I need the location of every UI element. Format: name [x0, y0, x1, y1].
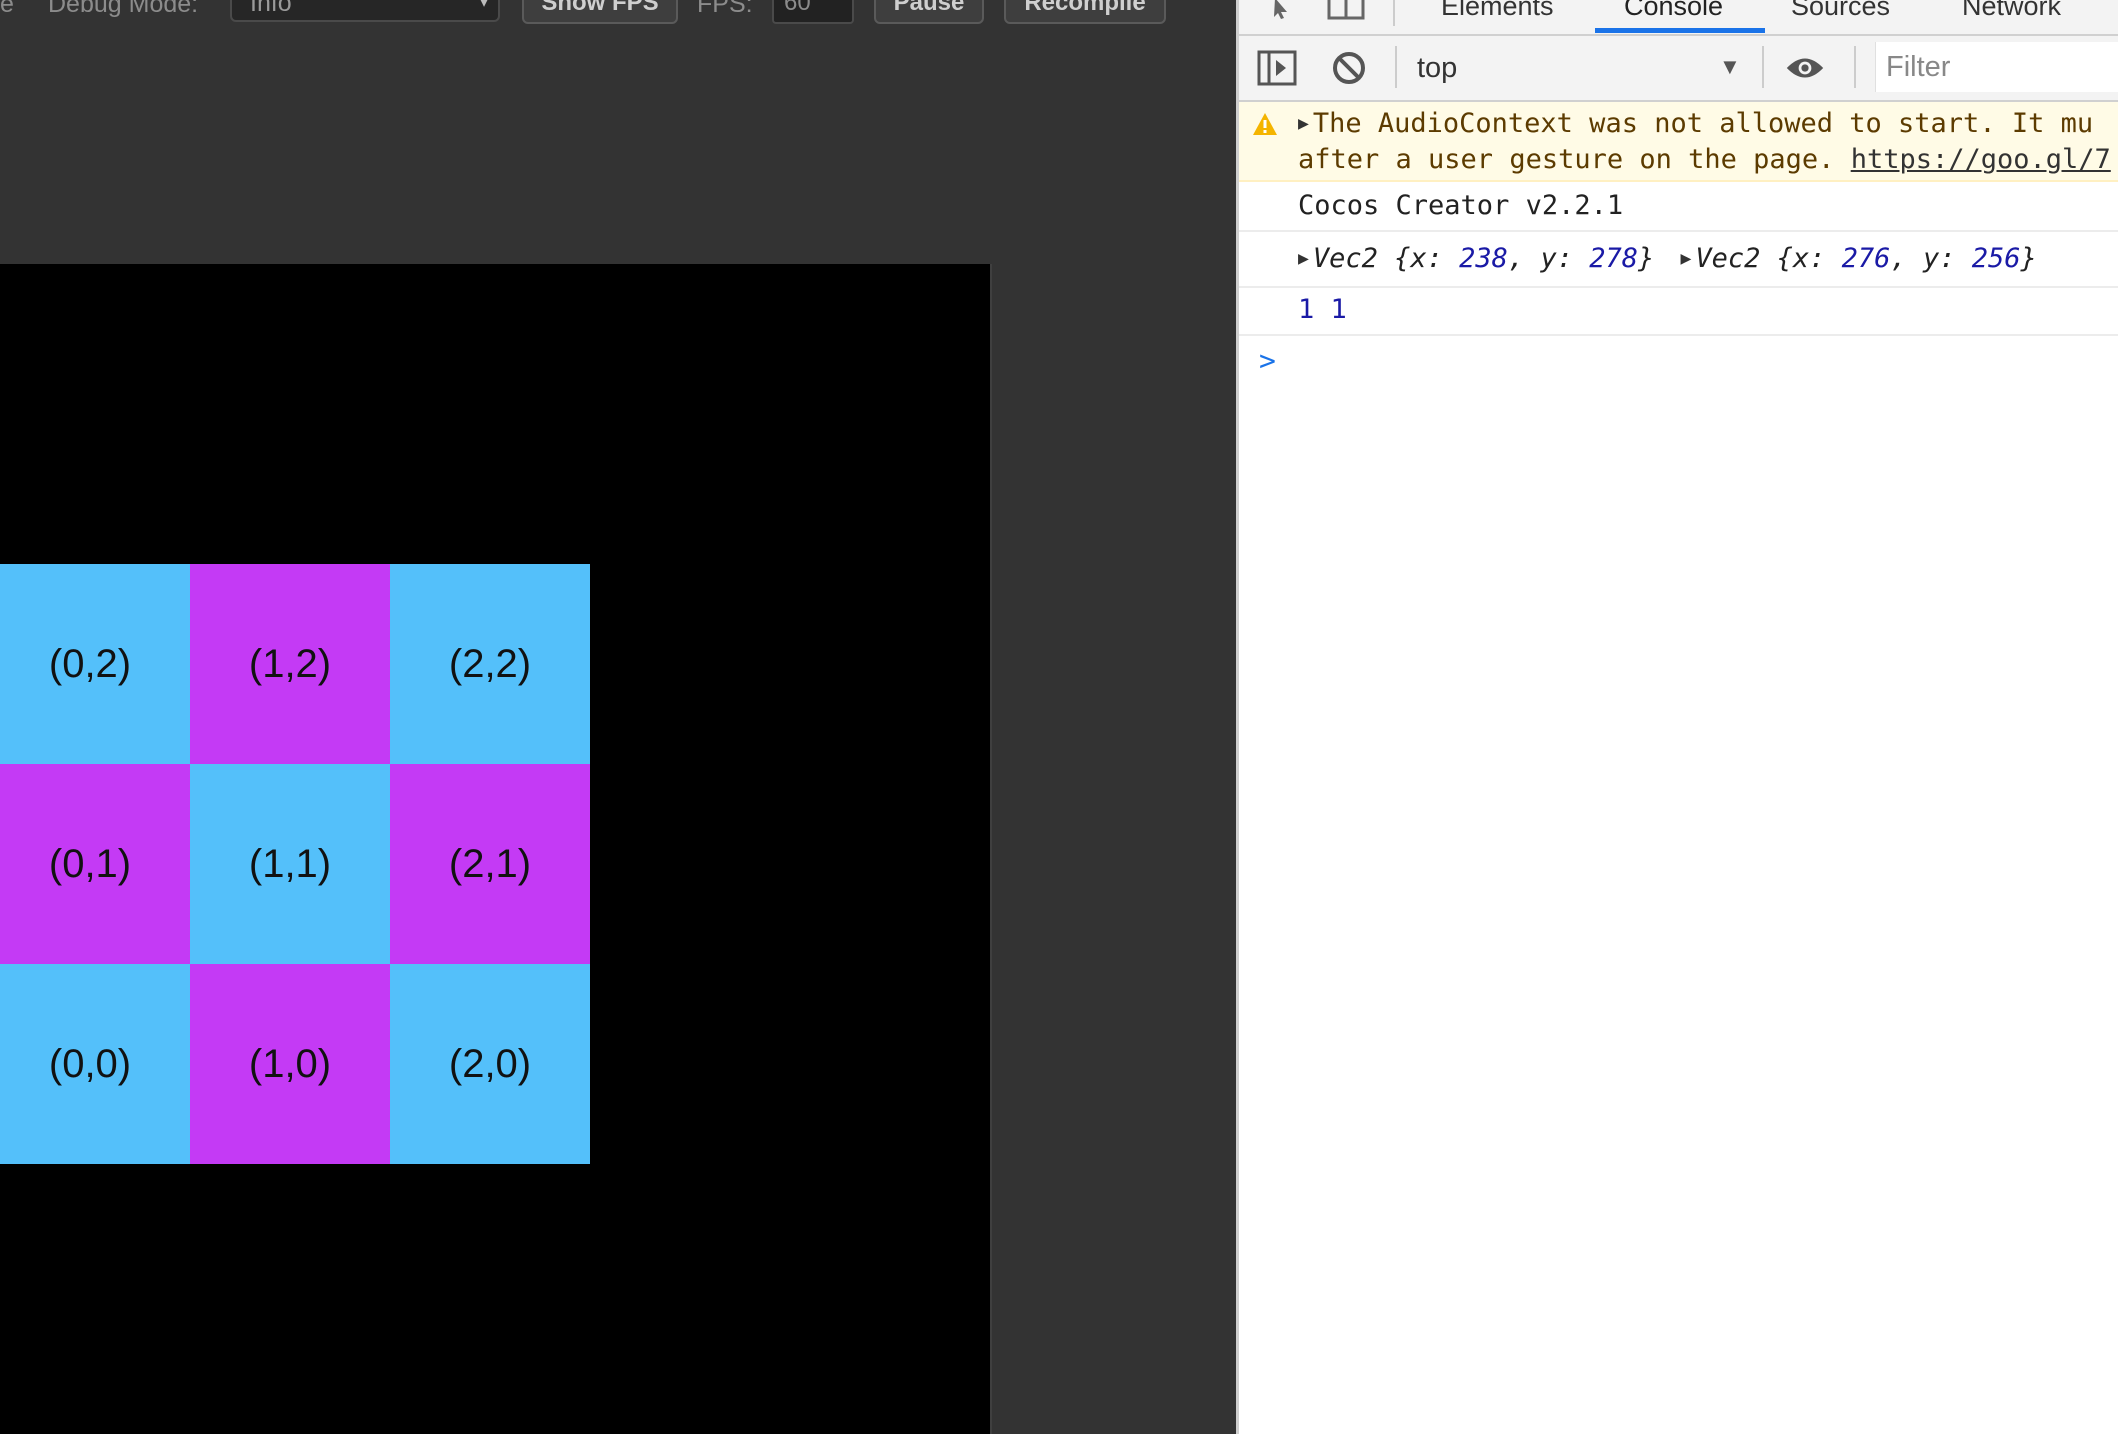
game-canvas[interactable]: (0,2) (1,2) (2,2) (0,1) (1,1) (2,1) (0,0… [0, 264, 990, 1434]
version-text: Cocos Creator v2.2.1 [1298, 190, 1624, 221]
console-prompt: > [1259, 344, 1276, 377]
chevron-down-icon: ▾ [479, 0, 488, 11]
devtools-tabbar: Elements Console Sources Network [1239, 0, 2118, 36]
expand-triangle-icon[interactable]: ▶ [1681, 248, 1692, 269]
vec-a-y: 278 [1589, 243, 1638, 274]
inspect-element-icon[interactable] [1259, 0, 1297, 27]
filter-input[interactable]: Filter [1875, 42, 2118, 92]
devtools-panel: Elements Console Sources Network top ▼ F… [1239, 0, 2118, 1434]
console-prompt-row[interactable]: > [1239, 336, 2118, 386]
show-fps-button[interactable]: Show FPS [522, 0, 678, 24]
vec-b-x: 276 [1841, 243, 1891, 274]
tile-label: (2,2) [448, 641, 532, 686]
tab-sources[interactable]: Sources [1791, 0, 1890, 32]
toolbar-partial-label: e [0, 0, 14, 18]
console-toolbar: top ▼ Filter [1239, 36, 2118, 102]
tile-label: (2,1) [448, 841, 532, 886]
debug-mode-select[interactable]: Info ▾ [230, 0, 500, 22]
expand-triangle-icon[interactable]: ▶ [1298, 248, 1309, 269]
warning-text-line1: The AudioContext was not allowed to star… [1312, 108, 2094, 139]
expand-triangle-icon[interactable]: ▶ [1298, 113, 1309, 134]
grid-tile[interactable]: (2,2) [390, 564, 590, 764]
grid-tile[interactable]: (1,1) [190, 764, 390, 964]
tile-label: (0,2) [48, 641, 132, 686]
tile-label: (1,1) [248, 841, 332, 886]
tile-label: (1,0) [248, 1041, 332, 1086]
fps-label: FPS: [697, 0, 753, 18]
tile-label: (2,0) [448, 1041, 532, 1086]
grid-tile[interactable]: (1,2) [190, 564, 390, 764]
console-log-message[interactable]: ▶ Vec2 {x: 238, y: 278} ▶ Vec2 {x: 276, y:… [1239, 232, 2118, 288]
tile-label: (0,1) [48, 841, 132, 886]
numbers-text: 1 1 [1298, 294, 1347, 325]
grid-tile[interactable]: (1,0) [190, 964, 390, 1164]
grid-tile[interactable]: (2,1) [390, 764, 590, 964]
vec-b-type: Vec2 [1695, 243, 1761, 274]
canvas-border [990, 264, 992, 1434]
clear-console-icon[interactable] [1329, 48, 1369, 88]
grid-tile[interactable]: (0,2) [0, 564, 190, 764]
show-sidebar-icon[interactable] [1257, 48, 1297, 88]
device-toolbar-icon[interactable] [1327, 0, 1367, 27]
recompile-button[interactable]: Recompile [1004, 0, 1166, 24]
context-selector[interactable]: top [1417, 36, 1457, 100]
eye-icon[interactable] [1785, 48, 1825, 88]
console-output: ▶ The AudioContext was not allowed to sta… [1239, 102, 2118, 386]
active-tab-indicator [1595, 28, 1765, 33]
grid-tile[interactable]: (0,1) [0, 764, 190, 964]
warning-text-line2: after a user gesture on the page. [1298, 144, 1851, 175]
fps-input[interactable]: 60 [772, 0, 854, 24]
chevron-down-icon[interactable]: ▼ [1719, 36, 1741, 100]
console-log-message: 1 1 [1239, 288, 2118, 336]
warning-icon [1252, 112, 1278, 143]
vec-a-type: Vec2 [1312, 243, 1378, 274]
tile-label: (0,0) [48, 1041, 132, 1086]
preview-window: e Debug Mode: Info ▾ Show FPS FPS: 60 Pa… [0, 0, 1236, 1434]
toolbar-separator [1762, 46, 1764, 88]
tab-elements[interactable]: Elements [1441, 0, 1554, 32]
console-log-message: Cocos Creator v2.2.1 [1239, 182, 2118, 232]
vec-b-y: 256 [1971, 243, 2021, 274]
preview-toolbar: e Debug Mode: Info ▾ Show FPS FPS: 60 Pa… [0, 0, 1236, 26]
debug-mode-label: Debug Mode: [48, 0, 199, 18]
debug-mode-value: Info [250, 0, 292, 17]
toolbar-separator [1395, 46, 1397, 88]
vec-a-x: 238 [1459, 243, 1508, 274]
tab-network[interactable]: Network [1962, 0, 2061, 32]
pause-button[interactable]: Pause [874, 0, 984, 24]
tile-label: (1,2) [248, 641, 332, 686]
toolbar-separator [1854, 46, 1856, 88]
grid-tile[interactable]: (2,0) [390, 964, 590, 1164]
tab-separator [1393, 0, 1395, 26]
console-warning-message[interactable]: ▶ The AudioContext was not allowed to sta… [1239, 102, 2118, 182]
grid-tile[interactable]: (0,0) [0, 964, 190, 1164]
warning-link[interactable]: https://goo.gl/7 [1851, 144, 2111, 175]
